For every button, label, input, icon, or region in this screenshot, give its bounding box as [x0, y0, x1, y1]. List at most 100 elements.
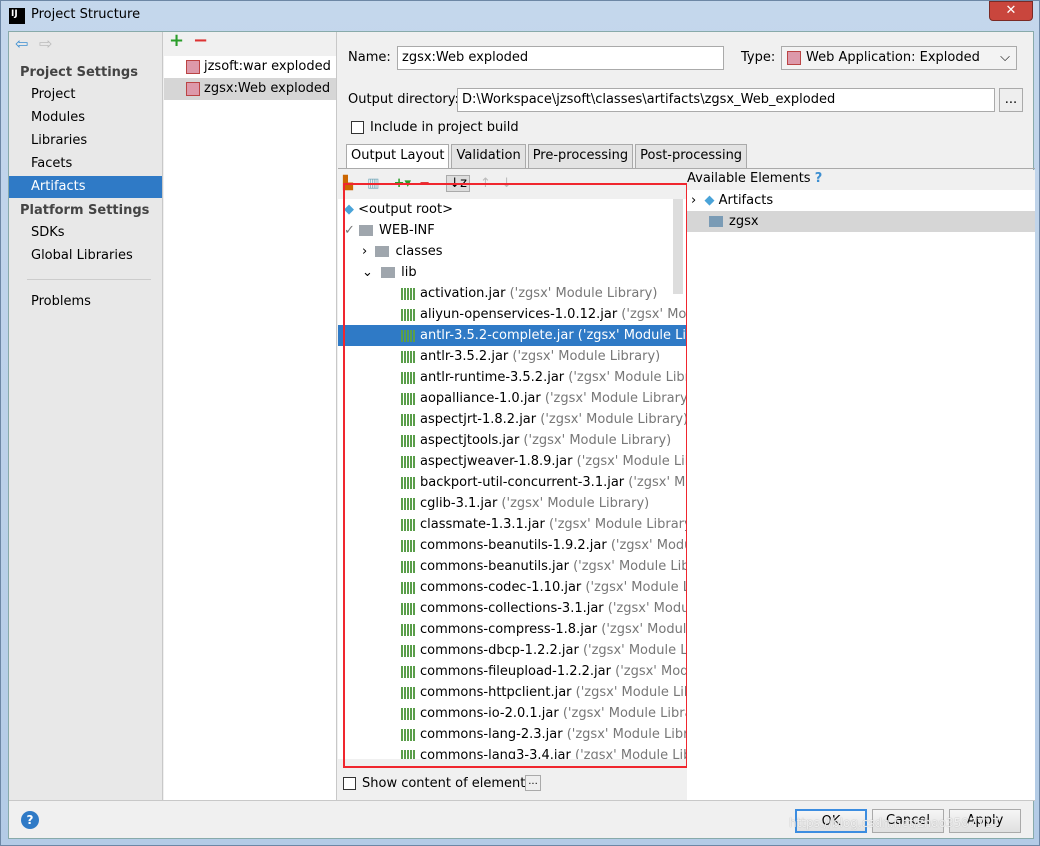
include-in-build-checkbox[interactable]: Include in project build [351, 120, 519, 135]
tree-row-jar[interactable]: antlr-3.5.2.jar ('zgsx' Module Library) [338, 346, 686, 367]
tree-row-jar[interactable]: antlr-3.5.2-complete.jar ('zgsx' Module … [338, 325, 686, 346]
jar-source: ('zgsx' Module Library) [610, 538, 686, 553]
available-item-artifacts[interactable]: › ◆ Artifacts [687, 190, 1035, 211]
sidebar-item-problems[interactable]: Problems [9, 291, 162, 313]
type-value: Web Application: Exploded [806, 50, 980, 65]
browse-button[interactable]: ... [999, 88, 1023, 112]
show-content-options-button[interactable]: ... [525, 775, 541, 791]
sidebar-item-modules[interactable]: Modules [9, 107, 162, 129]
tree-row-jar[interactable]: commons-codec-1.10.jar ('zgsx' Module Li… [338, 577, 686, 598]
add-icon[interactable]: + [169, 30, 184, 51]
tree-row-lib[interactable]: ⌄ lib [338, 262, 686, 283]
checkbox[interactable] [343, 777, 356, 790]
sidebar-item-project[interactable]: Project [9, 84, 162, 106]
tree-row-jar[interactable]: classmate-1.3.1.jar ('zgsx' Module Libra… [338, 514, 686, 535]
jar-name: antlr-runtime-3.5.2.jar [420, 370, 565, 385]
jar-name: cglib-3.1.jar [420, 496, 498, 511]
title-bar: IJ Project Structure ✕ [1, 1, 1039, 31]
tree-row-jar[interactable]: commons-io-2.0.1.jar ('zgsx' Module Libr… [338, 703, 686, 724]
tree-row-web-inf[interactable]: ✓ WEB-INF [338, 220, 686, 241]
artifact-list: + − jzsoft:war exploded zgsx:Web explode… [164, 30, 337, 800]
sidebar-item-artifacts[interactable]: Artifacts [9, 176, 162, 198]
archive-icon[interactable]: ▥ [367, 176, 379, 191]
tree-row-jar[interactable]: cglib-3.1.jar ('zgsx' Module Library) [338, 493, 686, 514]
tree-row-jar[interactable]: commons-compress-1.8.jar ('zgsx' Module … [338, 619, 686, 640]
tab-pre-processing[interactable]: Pre-processing [527, 144, 634, 168]
checkbox[interactable] [351, 121, 364, 134]
tree-row-jar[interactable]: antlr-runtime-3.5.2.jar ('zgsx' Module L… [338, 367, 686, 388]
jar-source: ('zgsx' Module Library) [575, 685, 686, 700]
jar-source: ('zgsx' Module Library) [573, 559, 686, 574]
tree-row-jar[interactable]: aspectjrt-1.8.2.jar ('zgsx' Module Libra… [338, 409, 686, 430]
jar-icon [401, 623, 415, 636]
jar-source: ('zgsx' Module Library) [566, 727, 686, 742]
forward-arrow-icon[interactable]: ⇨ [39, 34, 52, 53]
help-button[interactable]: ? [21, 811, 39, 829]
back-arrow-icon[interactable]: ⇦ [15, 34, 28, 53]
output-root-icon: ◆ [344, 202, 354, 217]
tree-row-jar[interactable]: backport-util-concurrent-3.1.jar ('zgsx'… [338, 472, 686, 493]
jar-name: commons-io-2.0.1.jar [420, 706, 559, 721]
sidebar-item-global-libraries[interactable]: Global Libraries [9, 245, 162, 267]
tree-row-jar[interactable]: aspectjweaver-1.8.9.jar ('zgsx' Module L… [338, 451, 686, 472]
tree-row-jar[interactable]: activation.jar ('zgsx' Module Library) [338, 283, 686, 304]
tree-row-jar[interactable]: commons-beanutils.jar ('zgsx' Module Lib… [338, 556, 686, 577]
available-header: Available Elements ? [687, 170, 1035, 190]
artifact-icon [186, 60, 200, 74]
tree-row-jar[interactable]: commons-fileupload-1.2.2.jar ('zgsx' Mod… [338, 661, 686, 682]
jar-source: ('zgsx' Module Library) [585, 580, 686, 595]
jar-icon [401, 602, 415, 615]
tree-row-jar[interactable]: aopalliance-1.0.jar ('zgsx' Module Libra… [338, 388, 686, 409]
jar-icon [401, 476, 415, 489]
tab-post-processing[interactable]: Post-processing [635, 144, 748, 168]
chevron-down-icon: ⌄ [362, 265, 373, 280]
available-label: zgsx [729, 214, 759, 229]
tree-row-jar[interactable]: aspectjtools.jar ('zgsx' Module Library) [338, 430, 686, 451]
tree-row-output-root[interactable]: ◆ <output root> [338, 199, 686, 220]
sidebar-item-facets[interactable]: Facets [9, 153, 162, 175]
jar-name: aspectjtools.jar [420, 433, 520, 448]
tree-row-jar[interactable]: commons-dbcp-1.2.2.jar ('zgsx' Module Li… [338, 640, 686, 661]
sidebar-item-libraries[interactable]: Libraries [9, 130, 162, 152]
jar-icon [401, 413, 415, 426]
jar-icon [401, 287, 415, 300]
jar-source: ('zgsx' Module Library) [601, 622, 686, 637]
move-up-icon[interactable]: ↑ [480, 176, 491, 191]
jar-name: commons-codec-1.10.jar [420, 580, 582, 595]
close-button[interactable]: ✕ [989, 1, 1033, 21]
tree-row-jar[interactable]: commons-collections-3.1.jar ('zgsx' Modu… [338, 598, 686, 619]
help-icon[interactable]: ? [815, 171, 823, 186]
tree-row-classes[interactable]: › classes [338, 241, 686, 262]
name-input[interactable]: zgsx:Web exploded [397, 46, 724, 70]
artifact-item[interactable]: jzsoft:war exploded [164, 56, 336, 78]
remove-icon[interactable]: − [193, 30, 208, 51]
window-title: Project Structure [31, 7, 141, 22]
artifact-item-selected[interactable]: zgsx:Web exploded [164, 78, 336, 100]
available-title: Available Elements [687, 171, 811, 186]
type-select[interactable]: Web Application: Exploded ⌵ [781, 46, 1017, 70]
add-icon[interactable]: +▾ [394, 176, 411, 191]
tab-output-layout[interactable]: Output Layout [346, 144, 450, 168]
jar-name: commons-lang-2.3.jar [420, 727, 563, 742]
tree-row-jar[interactable]: commons-beanutils-1.9.2.jar ('zgsx' Modu… [338, 535, 686, 556]
artifact-editor: Name: zgsx:Web exploded Type: Web Applic… [338, 32, 1035, 800]
create-directory-icon[interactable]: ▙ [343, 176, 353, 191]
jar-name: aliyun-openservices-1.0.12.jar [420, 307, 618, 322]
show-content-checkbox[interactable]: Show content of elements [343, 776, 532, 791]
jar-icon [401, 581, 415, 594]
tree-row-jar[interactable]: commons-httpclient.jar ('zgsx' Module Li… [338, 682, 686, 703]
tree-row-jar[interactable]: aliyun-openservices-1.0.12.jar ('zgsx' M… [338, 304, 686, 325]
tree-row-jar[interactable]: commons-lang3-3.4.jar ('zgsx' Module Lib… [338, 745, 686, 759]
tree-scrollbar[interactable] [673, 199, 683, 294]
layout-toolbar: ▙ ▥ +▾ − ↓z ↑ ↓ [343, 175, 512, 196]
move-down-icon[interactable]: ↓ [501, 176, 512, 191]
sort-icon[interactable]: ↓z [446, 175, 470, 192]
sidebar-item-sdks[interactable]: SDKs [9, 222, 162, 244]
tab-validation[interactable]: Validation [451, 144, 526, 168]
available-item-zgsx[interactable]: zgsx [687, 211, 1035, 232]
jar-name: antlr-3.5.2.jar [420, 349, 509, 364]
tree-row-jar[interactable]: commons-lang-2.3.jar ('zgsx' Module Libr… [338, 724, 686, 745]
remove-icon[interactable]: − [419, 176, 430, 191]
output-directory-input[interactable]: D:\Workspace\jzsoft\classes\artifacts\zg… [457, 88, 995, 112]
jar-name: commons-dbcp-1.2.2.jar [420, 643, 579, 658]
